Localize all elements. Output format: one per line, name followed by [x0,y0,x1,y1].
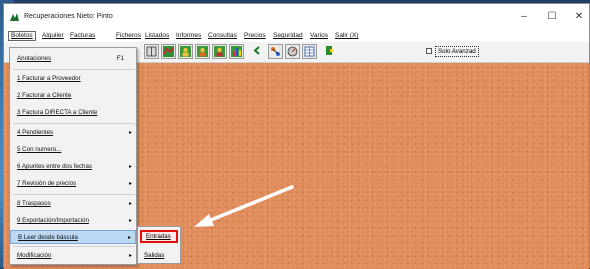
menu-item-label: 3 Factura DIRECTA a Cliente [17,109,98,116]
menu-varios[interactable]: Varios [310,31,328,41]
menu-item-label: Anotaciones [17,55,52,62]
people-3-icon[interactable] [212,44,227,59]
people-1-icon[interactable] [178,44,193,59]
maximize-button[interactable]: ☐ [538,8,566,26]
menu-separator [13,194,135,195]
menu-item-label: 8 Traspasos [17,200,51,207]
menu-item-label: Modificación [17,252,52,259]
bascula-submenu: Entradas Salidas [137,226,181,264]
boletos-dropdown-menu: Anotaciones F1 1 Facturar a Proveedor 2 … [9,47,137,265]
menu-item-con-numero[interactable]: 5 Con numero... [10,143,136,157]
menu-alquiler[interactable]: Alquiler [42,31,64,41]
app-logo-icon [10,12,19,21]
menu-bar: Boletos Alquiler Facturas Ficheros Lista… [4,31,589,41]
menu-item-label: 2 Facturar a Cliente [17,92,72,99]
menu-item-leer-bascula[interactable]: B Leer desde báscula ▸ [10,230,136,244]
menu-item-label: B Leer desde báscula [18,234,78,241]
grid-icon[interactable] [302,44,317,59]
menu-informes[interactable]: Informes [176,31,201,41]
chart-icon[interactable] [229,44,244,59]
title-bar: Recuperaciones Nieto: Pinto – ☐ ✕ [4,4,589,30]
menu-item-exportacion-importacion[interactable]: 9 Exportación/Importación ▸ [10,214,136,228]
book-icon[interactable] [144,44,159,59]
menu-item-facturar-proveedor[interactable]: 1 Facturar a Proveedor [10,72,136,86]
menu-precios[interactable]: Precios [244,31,266,41]
menu-item-apuntes-fechas[interactable]: 6 Apuntes entre dos fechas ▸ [10,160,136,174]
network-icon[interactable] [268,44,283,59]
exit-icon[interactable] [323,44,338,59]
submenu-item-entradas[interactable]: Entradas [140,230,178,243]
menu-separator [13,123,135,124]
solo-avanzad-label: Solo Avanzad [435,46,479,57]
menu-consultas[interactable]: Consultas [208,31,237,41]
solo-avanzad-checkbox[interactable] [426,48,432,54]
menu-listados[interactable]: Listados [145,31,169,41]
menu-item-pendientes[interactable]: 4 Pendientes ▸ [10,126,136,140]
menu-separator [13,246,135,247]
window-title: Recuperaciones Nieto: Pinto [24,13,113,20]
menu-ficheros[interactable]: Ficheros [116,31,141,41]
menu-seguridad[interactable]: Seguridad [273,31,303,41]
menu-item-facturar-cliente[interactable]: 2 Facturar a Cliente [10,89,136,103]
menu-facturas[interactable]: Facturas [70,31,95,41]
menu-item-shortcut: F1 [116,55,124,62]
menu-item-revision-precios[interactable]: 7 Revisión de precios ▸ [10,177,136,191]
menu-salir[interactable]: Salir (X) [335,31,358,41]
submenu-arrow-icon: ▸ [128,164,132,170]
menu-boletos[interactable]: Boletos [8,31,36,41]
menu-item-modificacion[interactable]: Modificación ▸ [10,249,136,263]
menu-item-label: 5 Con numero... [17,146,62,153]
menu-item-label: 4 Pendientes [17,129,54,136]
close-button[interactable]: ✕ [565,8,590,26]
map-icon[interactable] [161,44,176,59]
menu-item-label: 6 Apuntes entre dos fechas [17,163,92,170]
people-2-icon[interactable] [195,44,210,59]
submenu-item-salidas[interactable]: Salidas [140,249,182,262]
submenu-arrow-icon: ▸ [128,130,132,136]
menu-item-label: 1 Facturar a Proveedor [17,75,81,82]
menu-item-factura-directa[interactable]: 3 Factura DIRECTA a Cliente [10,106,136,120]
submenu-arrow-icon: ▸ [128,218,132,224]
arrow-back-icon[interactable] [250,44,265,59]
menu-item-anotaciones[interactable]: Anotaciones F1 [10,52,136,66]
menu-item-label: 9 Exportación/Importación [17,217,89,224]
menu-item-label: 7 Revisión de precios [17,180,77,187]
scale-icon[interactable] [285,44,300,59]
minimize-button[interactable]: – [510,8,538,26]
submenu-arrow-icon: ▸ [127,235,131,241]
submenu-arrow-icon: ▸ [128,181,132,187]
menu-separator [13,69,135,70]
submenu-arrow-icon: ▸ [128,253,132,259]
submenu-arrow-icon: ▸ [128,201,132,207]
menu-item-traspasos[interactable]: 8 Traspasos ▸ [10,197,136,211]
